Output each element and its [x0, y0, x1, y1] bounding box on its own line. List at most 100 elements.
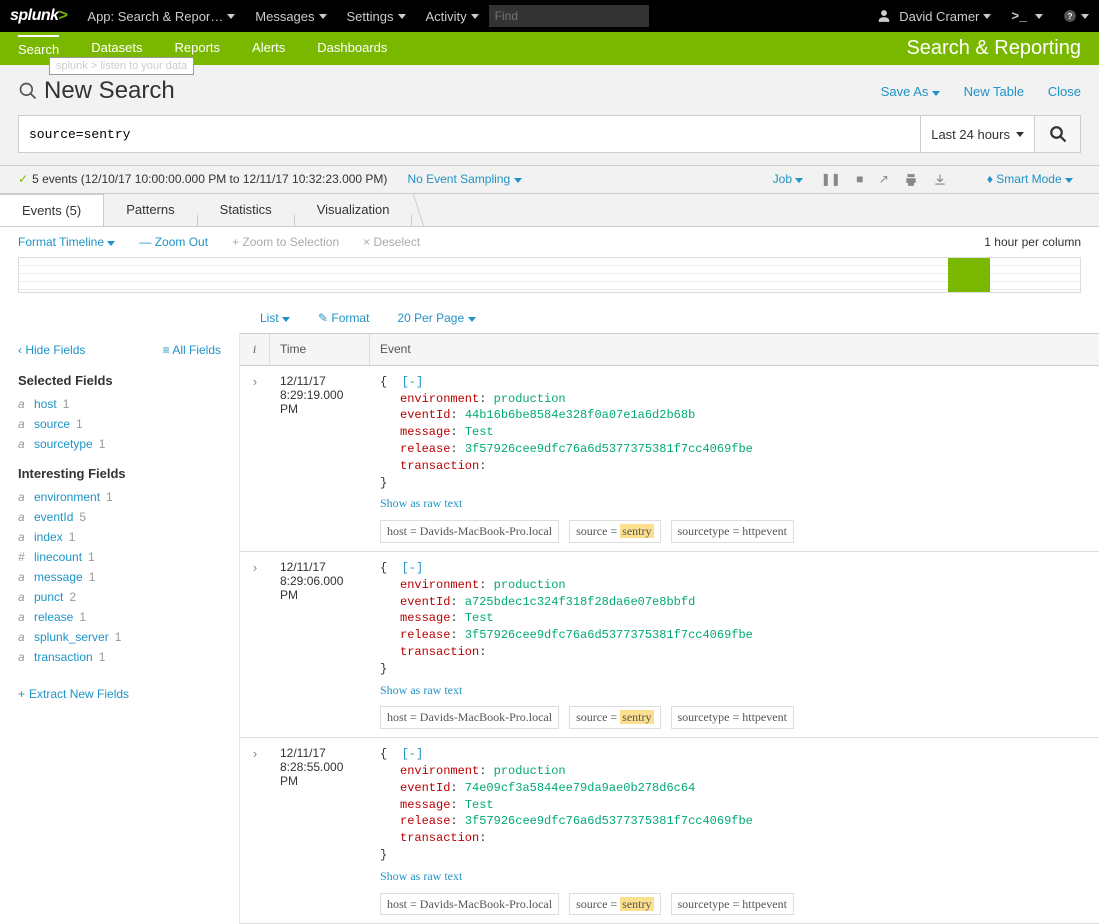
smart-mode-menu[interactable]: ♦ Smart Mode	[987, 172, 1073, 186]
tab-statistics[interactable]: Statistics	[198, 194, 295, 226]
topbar: splunk> splunk > listen to your data App…	[0, 0, 1099, 32]
messages-menu[interactable]: Messages	[245, 9, 336, 24]
tab-visualization[interactable]: Visualization	[295, 194, 413, 226]
prompt-icon[interactable]: >_	[1001, 9, 1053, 24]
settings-menu[interactable]: Settings	[337, 9, 416, 24]
field-name: release	[34, 610, 73, 624]
search-button[interactable]	[1035, 115, 1081, 153]
app-menu[interactable]: App: Search & Repor…	[77, 9, 245, 24]
timeline-chart[interactable]	[18, 257, 1081, 293]
activity-menu[interactable]: Activity	[416, 9, 489, 24]
user-menu[interactable]: David Cramer	[863, 9, 1001, 24]
splunk-logo[interactable]: splunk>	[0, 7, 77, 25]
caret-icon	[282, 317, 290, 322]
nav-search[interactable]: Search	[18, 35, 59, 57]
svg-text:?: ?	[1068, 12, 1073, 21]
close-button[interactable]: Close	[1048, 84, 1081, 99]
nav-dashboards[interactable]: Dashboards	[317, 40, 387, 57]
print-icon[interactable]	[904, 172, 918, 186]
all-fields[interactable]: ≡ All Fields	[163, 343, 221, 357]
job-menu[interactable]: Job	[773, 172, 804, 186]
field-name: index	[34, 530, 63, 544]
check-icon: ✓	[18, 172, 28, 186]
caret-icon	[1035, 14, 1043, 19]
field-name: sourcetype	[34, 437, 93, 451]
caret-icon	[468, 317, 476, 322]
field-transaction[interactable]: atransaction1	[18, 647, 221, 667]
zoom-out[interactable]: — Zoom Out	[139, 235, 208, 249]
settings-label: Settings	[347, 9, 394, 24]
sampling-menu[interactable]: No Event Sampling	[407, 172, 521, 186]
activity-label: Activity	[426, 9, 467, 24]
event-row: ›12/11/178:29:19.000 PM{ [-]environment:…	[240, 366, 1099, 552]
format-timeline[interactable]: Format Timeline	[18, 235, 115, 249]
expand-toggle[interactable]: ›	[240, 738, 270, 923]
field-name: transaction	[34, 650, 93, 664]
list-mode[interactable]: List	[260, 311, 290, 325]
field-punct[interactable]: apunct2	[18, 587, 221, 607]
hide-fields[interactable]: ‹ Hide Fields	[18, 343, 85, 357]
new-table-button[interactable]: New Table	[964, 84, 1024, 99]
event-time: 8:29:06.000 PM	[280, 574, 360, 602]
meta-source[interactable]: source = sentry	[569, 706, 660, 729]
time-range-picker[interactable]: Last 24 hours	[921, 115, 1035, 153]
field-linecount[interactable]: #linecount1	[18, 547, 221, 567]
help-menu[interactable]: ?	[1053, 9, 1099, 23]
meta-host[interactable]: host = Davids-MacBook-Pro.local	[380, 706, 559, 729]
nav-datasets[interactable]: Datasets	[91, 40, 142, 57]
user-icon	[877, 9, 891, 23]
collapse-toggle[interactable]: [-]	[402, 747, 424, 761]
field-eventId[interactable]: aeventId5	[18, 507, 221, 527]
show-raw-text[interactable]: Show as raw text	[380, 495, 1089, 512]
per-page[interactable]: 20 Per Page	[397, 311, 475, 325]
field-host[interactable]: ahost1	[18, 394, 221, 414]
meta-sourcetype[interactable]: sourcetype = httpevent	[671, 520, 794, 543]
app-menu-label: App: Search & Repor…	[87, 9, 223, 24]
stop-icon[interactable]: ■	[856, 172, 863, 186]
meta-host[interactable]: host = Davids-MacBook-Pro.local	[380, 893, 559, 916]
meta-sourcetype[interactable]: sourcetype = httpevent	[671, 893, 794, 916]
meta-host[interactable]: host = Davids-MacBook-Pro.local	[380, 520, 559, 543]
type-icon: a	[18, 490, 28, 504]
field-environment[interactable]: aenvironment1	[18, 487, 221, 507]
field-source[interactable]: asource1	[18, 414, 221, 434]
tab-events[interactable]: Events (5)	[0, 194, 104, 226]
meta-source[interactable]: source = sentry	[569, 893, 660, 916]
field-release[interactable]: arelease1	[18, 607, 221, 627]
download-icon[interactable]	[933, 172, 947, 186]
extract-new-fields[interactable]: + Extract New Fields	[18, 687, 221, 701]
share-icon[interactable]: ↗	[879, 172, 889, 186]
meta-sourcetype[interactable]: sourcetype = httpevent	[671, 706, 794, 729]
tab-patterns[interactable]: Patterns	[104, 194, 197, 226]
field-index[interactable]: aindex1	[18, 527, 221, 547]
save-as-button[interactable]: Save As	[881, 84, 940, 99]
field-message[interactable]: amessage1	[18, 567, 221, 587]
show-raw-text[interactable]: Show as raw text	[380, 682, 1089, 699]
event-date: 12/11/17	[280, 374, 360, 388]
field-sourcetype[interactable]: asourcetype1	[18, 434, 221, 454]
collapse-toggle[interactable]: [-]	[402, 561, 424, 575]
event-row: ›12/11/178:28:55.000 PM{ [-]environment:…	[240, 738, 1099, 924]
format-events[interactable]: ✎ Format	[318, 311, 369, 325]
field-splunk_server[interactable]: asplunk_server1	[18, 627, 221, 647]
find-input[interactable]	[489, 5, 649, 27]
page-title-text: New Search	[44, 77, 175, 105]
type-icon: a	[18, 610, 28, 624]
meta-source[interactable]: source = sentry	[569, 520, 660, 543]
nav-alerts[interactable]: Alerts	[252, 40, 285, 57]
search-header: New Search Save As New Table Close Last …	[0, 65, 1099, 166]
caret-icon	[471, 14, 479, 19]
show-raw-text[interactable]: Show as raw text	[380, 868, 1089, 885]
nav-reports[interactable]: Reports	[175, 40, 221, 57]
collapse-toggle[interactable]: [-]	[402, 375, 424, 389]
events-summary: 5 events (12/10/17 10:00:00.000 PM to 12…	[32, 172, 387, 186]
type-icon: a	[18, 630, 28, 644]
app-title: Search & Reporting	[906, 37, 1081, 60]
type-icon: a	[18, 530, 28, 544]
pause-icon[interactable]: ❚❚	[821, 172, 841, 186]
expand-toggle[interactable]: ›	[240, 366, 270, 551]
type-icon: a	[18, 417, 28, 431]
search-input[interactable]	[18, 115, 921, 153]
expand-toggle[interactable]: ›	[240, 552, 270, 737]
logo-tooltip: splunk > listen to your data	[49, 57, 194, 75]
